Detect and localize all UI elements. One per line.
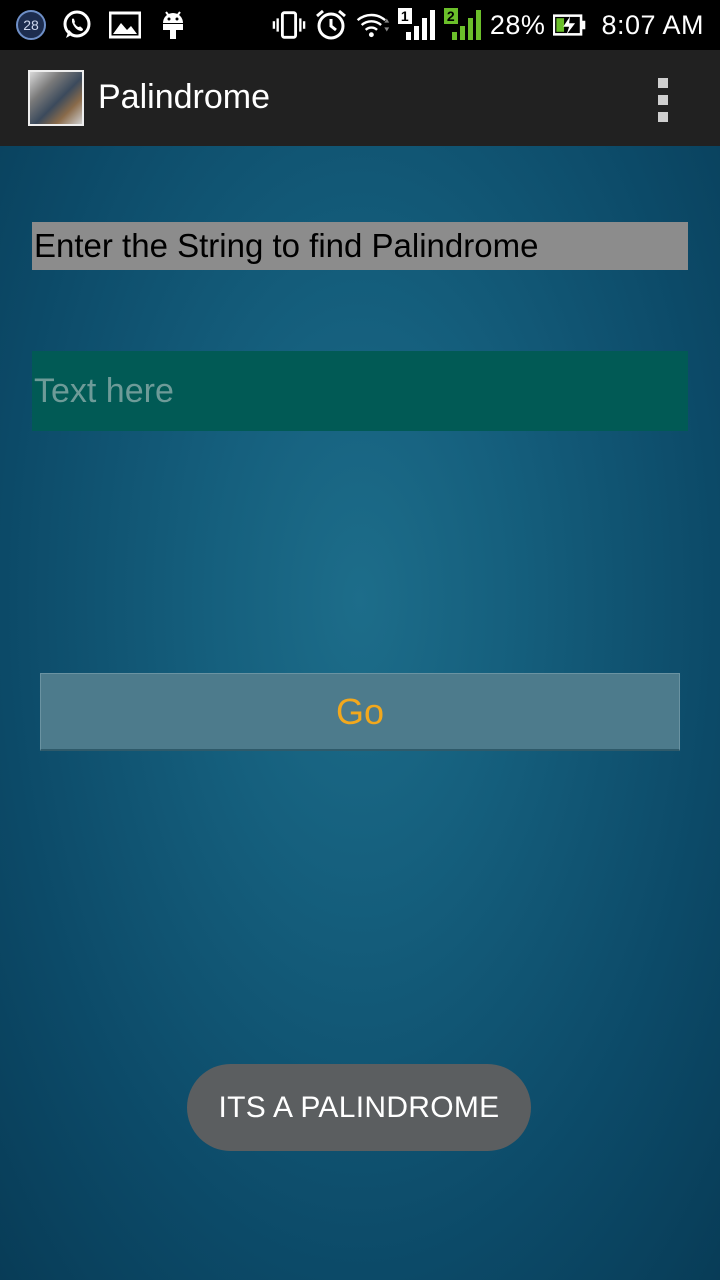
app-title: Palindrome (98, 78, 270, 116)
signal-sim1-icon: 1 (397, 8, 436, 42)
notification-count-badge: 28 (16, 10, 46, 40)
clock: 8:07 AM (601, 9, 704, 40)
sim2-label: 2 (446, 8, 455, 24)
overflow-dot (658, 78, 668, 88)
toast-message: ITS A PALINDROME (187, 1064, 531, 1151)
overflow-dot (658, 112, 668, 122)
wifi-icon (356, 8, 390, 42)
go-button[interactable]: Go (40, 673, 680, 751)
status-bar-system: 1 2 28% 8:07 AM (272, 0, 704, 50)
whatsapp-icon (60, 8, 94, 42)
prompt-label: Enter the String to find Palindrome (32, 222, 688, 270)
battery-charging-icon (553, 8, 587, 42)
gallery-icon (108, 8, 142, 42)
vibrate-icon (272, 8, 306, 42)
overflow-menu-icon[interactable] (650, 78, 676, 122)
sim1-label: 1 (400, 8, 409, 24)
alarm-icon (314, 8, 348, 42)
battery-percentage: 28% (489, 9, 546, 40)
overflow-dot (658, 95, 668, 105)
status-bar-notifications: 28 (16, 0, 190, 50)
action-bar: Palindrome (0, 50, 720, 146)
signal-sim2-icon: 2 (443, 8, 482, 42)
status-bar: 28 1 2 28% 8:07 AM (0, 0, 720, 50)
android-icon (156, 8, 190, 42)
string-input[interactable] (32, 351, 688, 431)
app-icon (28, 70, 84, 126)
